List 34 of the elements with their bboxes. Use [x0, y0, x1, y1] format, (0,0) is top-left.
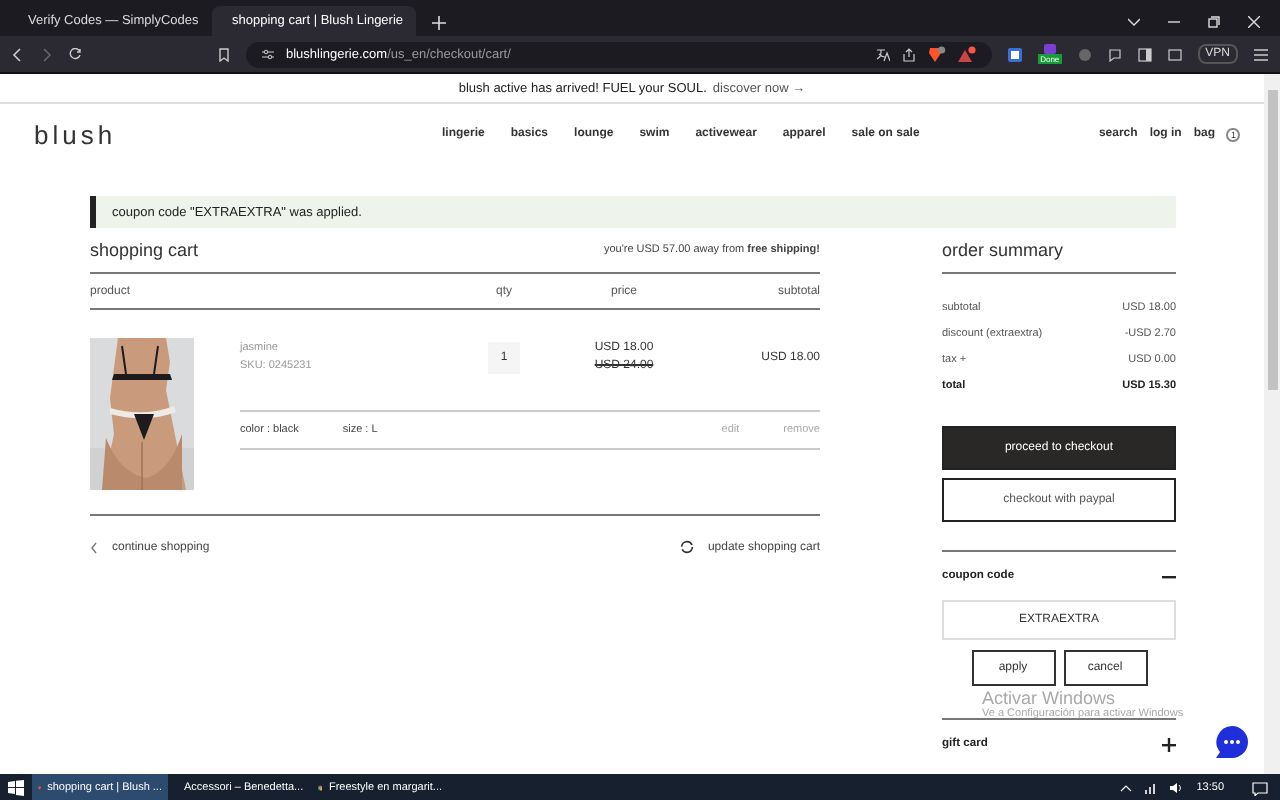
translate-icon[interactable] — [876, 47, 891, 61]
chat-icon[interactable] — [1107, 47, 1122, 61]
menu-icon[interactable] — [1254, 47, 1268, 61]
back-icon[interactable] — [12, 47, 24, 61]
chat-icon[interactable] — [1216, 726, 1248, 758]
activation-title: Activar Windows — [982, 688, 1118, 708]
scrollbar-thumb[interactable] — [1267, 90, 1277, 390]
sidebar-icon[interactable] — [1137, 47, 1152, 61]
chevron-left-icon — [90, 541, 98, 553]
reload-icon[interactable] — [68, 47, 82, 61]
bookmark-icon[interactable] — [218, 47, 230, 61]
restore-icon[interactable] — [1208, 16, 1220, 28]
extension-icon — [1043, 44, 1056, 54]
dropdown-icon[interactable] — [1128, 16, 1140, 28]
triangle-icon[interactable] — [958, 45, 977, 63]
forward-icon[interactable] — [40, 47, 52, 61]
notification-icon[interactable] — [1252, 781, 1268, 795]
wallet-icon[interactable] — [1167, 47, 1182, 61]
new-tab-icon[interactable] — [428, 16, 450, 30]
windows-icon[interactable] — [8, 780, 24, 796]
site-settings-icon — [262, 48, 274, 60]
extension-icon[interactable] — [1008, 47, 1023, 61]
summary-title: order summary — [942, 240, 1064, 260]
close-icon[interactable] — [1248, 16, 1260, 28]
shield-icon[interactable] — [928, 45, 947, 63]
minimize-icon[interactable] — [1168, 16, 1180, 28]
network-icon[interactable] — [1144, 782, 1159, 794]
chevron-up-icon[interactable] — [1120, 784, 1133, 792]
cart-title: shopping cart — [90, 240, 199, 260]
refresh-icon — [679, 540, 694, 554]
speaker-icon[interactable] — [1170, 782, 1185, 794]
logo[interactable]: blush — [34, 119, 374, 149]
expand-icon[interactable] — [1162, 737, 1176, 751]
share-icon[interactable] — [902, 47, 917, 61]
